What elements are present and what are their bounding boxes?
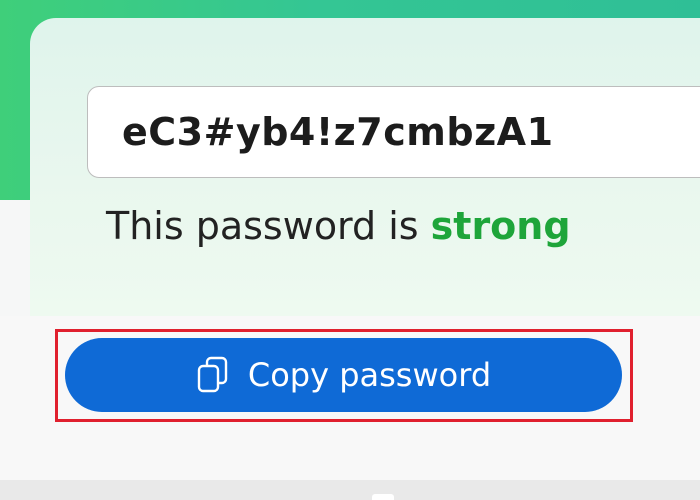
- generated-password-field[interactable]: eC3#yb4!z7cmbzA1: [87, 86, 700, 178]
- strength-prefix-text: This password is: [106, 204, 431, 248]
- password-strength-indicator: This password is strong: [106, 204, 571, 248]
- copy-password-button[interactable]: Copy password: [65, 338, 622, 412]
- bottom-notch: [372, 494, 394, 500]
- copy-password-label: Copy password: [247, 356, 492, 394]
- bottom-strip: [0, 480, 700, 500]
- strength-level-text: strong: [430, 204, 571, 248]
- generated-password-text: eC3#yb4!z7cmbzA1: [122, 110, 554, 154]
- copy-icon: [196, 356, 230, 394]
